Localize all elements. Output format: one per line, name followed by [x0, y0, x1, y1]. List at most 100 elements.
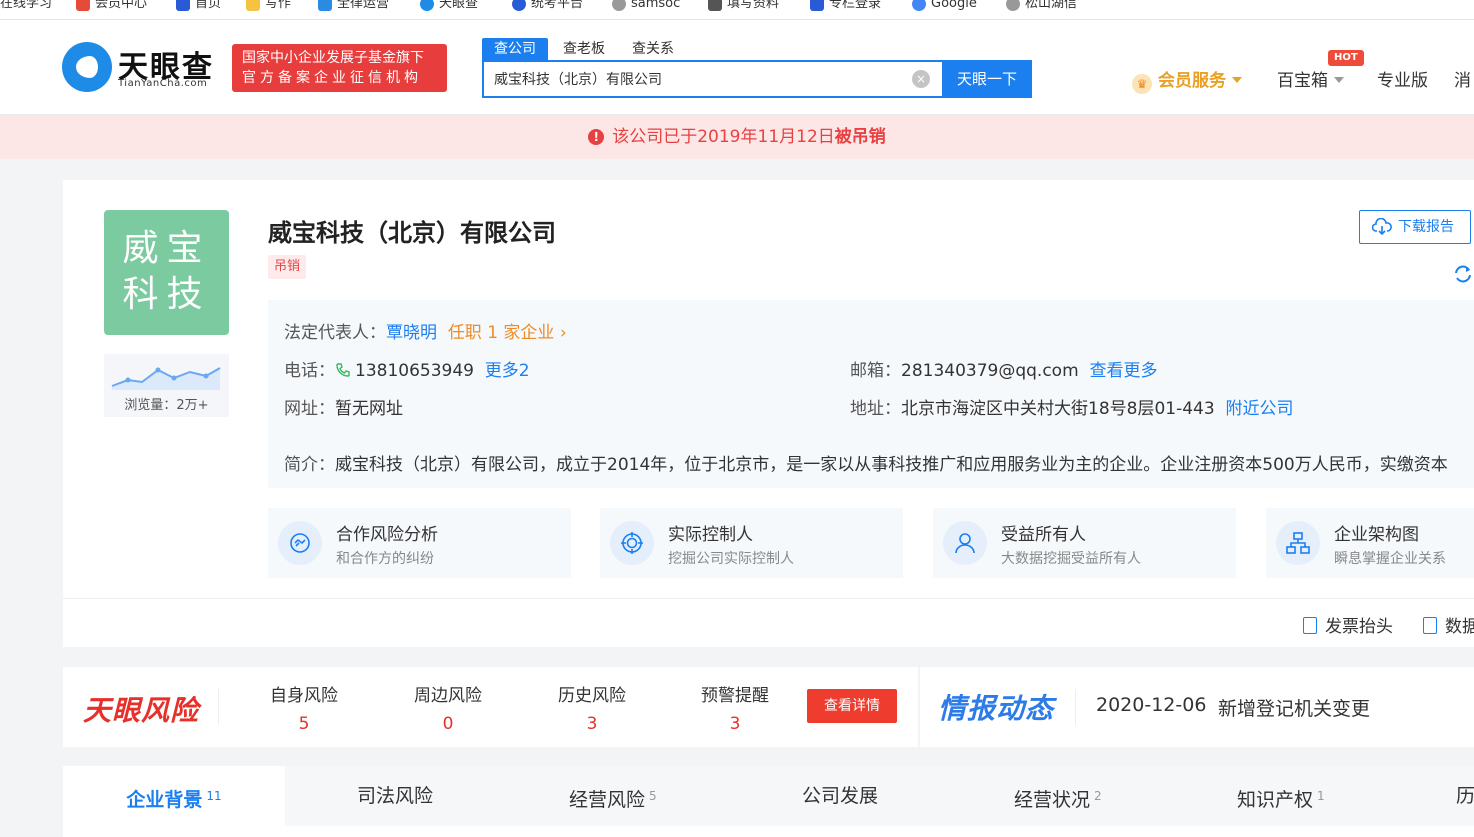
section-tabs: 企业背景 11 司法风险 经营风险 5 公司发展 经营状况 2 知识产权 1 历: [63, 766, 1474, 826]
feature-org-chart[interactable]: 企业架构图 瞬息掌握企业关系: [1266, 508, 1474, 578]
risk-panel: 天眼风险 自身风险 5 周边风险 0 历史风险 3 预警提醒 3 查看详情: [63, 667, 918, 747]
intel-date: 2020-12-06: [1096, 694, 1207, 716]
feature-beneficial-owner[interactable]: 受益所有人 大数据挖掘受益所有人: [933, 508, 1236, 578]
nav-message[interactable]: 消: [1454, 66, 1471, 91]
tab-search-company[interactable]: 查公司: [482, 38, 548, 60]
bookmark-icon: [76, 0, 90, 11]
risk-warning[interactable]: 预警提醒 3: [690, 681, 780, 734]
bookmarks-bar: 在线学习 会员中心 首页 写作 全律运营 天眼查 统考平台 samsoc 填写资…: [0, 0, 1474, 20]
risk-history[interactable]: 历史风险 3: [547, 681, 637, 734]
bookmark-item[interactable]: 专栏登录: [810, 0, 881, 14]
badge-line2: 官方备案企业征信机构: [242, 70, 422, 86]
document-icon: [1303, 617, 1317, 634]
bookmark-icon: [512, 0, 526, 11]
intel-logo: 情报动态: [938, 692, 1055, 725]
tab-judicial-risk[interactable]: 司法风险: [357, 766, 433, 826]
tianyancha-logo-icon[interactable]: [62, 42, 112, 92]
intel-separator: [1075, 689, 1076, 725]
nearby-companies-link[interactable]: 附近公司: [1225, 399, 1293, 419]
card-divider: [63, 598, 1474, 599]
address-field: 地址：北京市海淀区中关村大街18号8层01-443 附近公司: [850, 399, 1294, 419]
bookmark-icon: [176, 0, 190, 11]
refresh-icon[interactable]: [1453, 264, 1473, 284]
bookmark-item[interactable]: 全律运营: [318, 0, 389, 14]
bookmark-icon: [810, 0, 824, 11]
risk-self[interactable]: 自身风险 5: [259, 681, 349, 734]
document-icon: [1423, 617, 1437, 634]
basic-info-panel: 法定代表人：覃晓明 任职 1 家企业 › 电话： 13810653949 更多2 …: [268, 300, 1474, 488]
bookmark-item[interactable]: 松山湖信: [1006, 0, 1077, 14]
clear-icon[interactable]: ×: [912, 70, 930, 88]
badge-line1: 国家中小企业发展子基金旗下: [242, 50, 424, 66]
bookmark-item[interactable]: 会员中心: [76, 0, 147, 14]
phone-more-link[interactable]: 更多2: [485, 361, 530, 381]
bookmark-item[interactable]: Google: [912, 0, 977, 14]
bookmark-item[interactable]: 统考平台: [512, 0, 583, 14]
status-badge: 吊销: [268, 255, 307, 279]
tab-operating-risk[interactable]: 经营风险 5: [569, 766, 657, 826]
feature-actual-controller[interactable]: 实际控制人 挖掘公司实际控制人: [600, 508, 903, 578]
legal-representative: 法定代表人：覃晓明 任职 1 家企业 ›: [284, 323, 567, 343]
company-card: 威宝 科技 浏览量：2万+ 威宝科技（北京）有限公司 吊销 下载报告 法定代表人…: [63, 180, 1474, 647]
handshake-icon: [278, 521, 322, 565]
tab-operating-status[interactable]: 经营状况 2: [1014, 766, 1102, 826]
risk-logo: 天眼风险: [83, 694, 200, 727]
chevron-down-icon: [1232, 77, 1242, 83]
legal-rep-link[interactable]: 覃晓明: [386, 323, 437, 343]
org-chart-icon: [1276, 521, 1320, 565]
intel-news-link[interactable]: 新增登记机关变更: [1218, 694, 1370, 721]
bookmark-icon: [420, 0, 434, 11]
nav-pro-version[interactable]: 专业版: [1377, 66, 1428, 91]
phone-icon: [336, 363, 350, 377]
official-badge: 国家中小企业发展子基金旗下 官方备案企业征信机构: [232, 44, 447, 92]
tab-content-area: [63, 826, 1474, 837]
tab-search-relation[interactable]: 查关系: [632, 38, 674, 60]
tab-search-boss[interactable]: 查老板: [563, 38, 605, 60]
risk-surrounding[interactable]: 周边风险 0: [403, 681, 493, 734]
search-box: ×: [482, 60, 942, 98]
intel-panel: 情报动态 2020-12-06 新增登记机关变更: [920, 667, 1474, 747]
bookmark-item[interactable]: 天眼查: [420, 0, 478, 14]
search-input[interactable]: [484, 62, 884, 96]
tab-enterprise-background[interactable]: 企业背景 11: [63, 766, 285, 826]
bookmark-icon: [318, 0, 332, 11]
globe-icon: [1006, 0, 1020, 11]
chevron-down-icon: [1334, 77, 1344, 83]
intro-field: 简介：威宝科技（北京）有限公司，成立于2014年，位于北京市，是一家以从事科技推…: [284, 455, 1448, 475]
data-link[interactable]: 数据: [1423, 612, 1474, 637]
bookmark-item[interactable]: 写作: [246, 0, 291, 14]
feature-cooperation-risk[interactable]: 合作风险分析 和合作方的纠纷: [268, 508, 571, 578]
tab-history[interactable]: 历: [1456, 766, 1474, 826]
revoked-alert: ! 该公司已于2019年11月12日被吊销: [0, 115, 1474, 159]
view-details-button[interactable]: 查看详情: [807, 689, 897, 723]
bookmark-item[interactable]: 首页: [176, 0, 221, 14]
bookmark-item[interactable]: samsoc: [612, 0, 680, 14]
bookmark-item[interactable]: 填写资料: [708, 0, 779, 14]
email-more-link[interactable]: 查看更多: [1089, 361, 1157, 381]
email-field: 邮箱：281340379@qq.com 查看更多: [850, 361, 1158, 381]
views-panel: 浏览量：2万+: [104, 354, 229, 417]
person-icon: [943, 521, 987, 565]
site-header: 天眼查 TianYanCha.com 国家中小企业发展子基金旗下 官方备案企业征…: [0, 20, 1474, 115]
search-button[interactable]: 天眼一下: [942, 60, 1032, 98]
risk-separator: [218, 689, 219, 725]
nav-treasure-box[interactable]: 百宝箱: [1277, 66, 1344, 91]
legal-rep-companies-link[interactable]: 任职 1 家企业 ›: [448, 323, 567, 343]
invoice-title-link[interactable]: 发票抬头: [1303, 612, 1393, 637]
globe-icon: [612, 0, 626, 11]
tab-company-development[interactable]: 公司发展: [802, 766, 878, 826]
google-icon: [912, 0, 926, 11]
warning-icon: !: [588, 129, 605, 145]
download-report-button[interactable]: 下载报告: [1359, 210, 1471, 244]
tab-intellectual-property[interactable]: 知识产权 1: [1237, 766, 1325, 826]
hot-badge: HOT: [1328, 50, 1364, 66]
cloud-download-icon: [1372, 218, 1392, 236]
website-field: 网址：暂无网址: [284, 399, 403, 419]
nav-vip-service[interactable]: ♛ 会员服务: [1132, 66, 1242, 94]
company-name: 威宝科技（北京）有限公司: [268, 219, 556, 247]
logo-domain: TianYanCha.com: [118, 78, 208, 89]
bookmark-item[interactable]: 在线学习: [0, 0, 52, 14]
alert-text: 该公司已于2019年11月12日: [612, 127, 835, 147]
alert-bold-text: 被吊销: [834, 127, 886, 147]
crown-icon: ♛: [1132, 74, 1152, 94]
